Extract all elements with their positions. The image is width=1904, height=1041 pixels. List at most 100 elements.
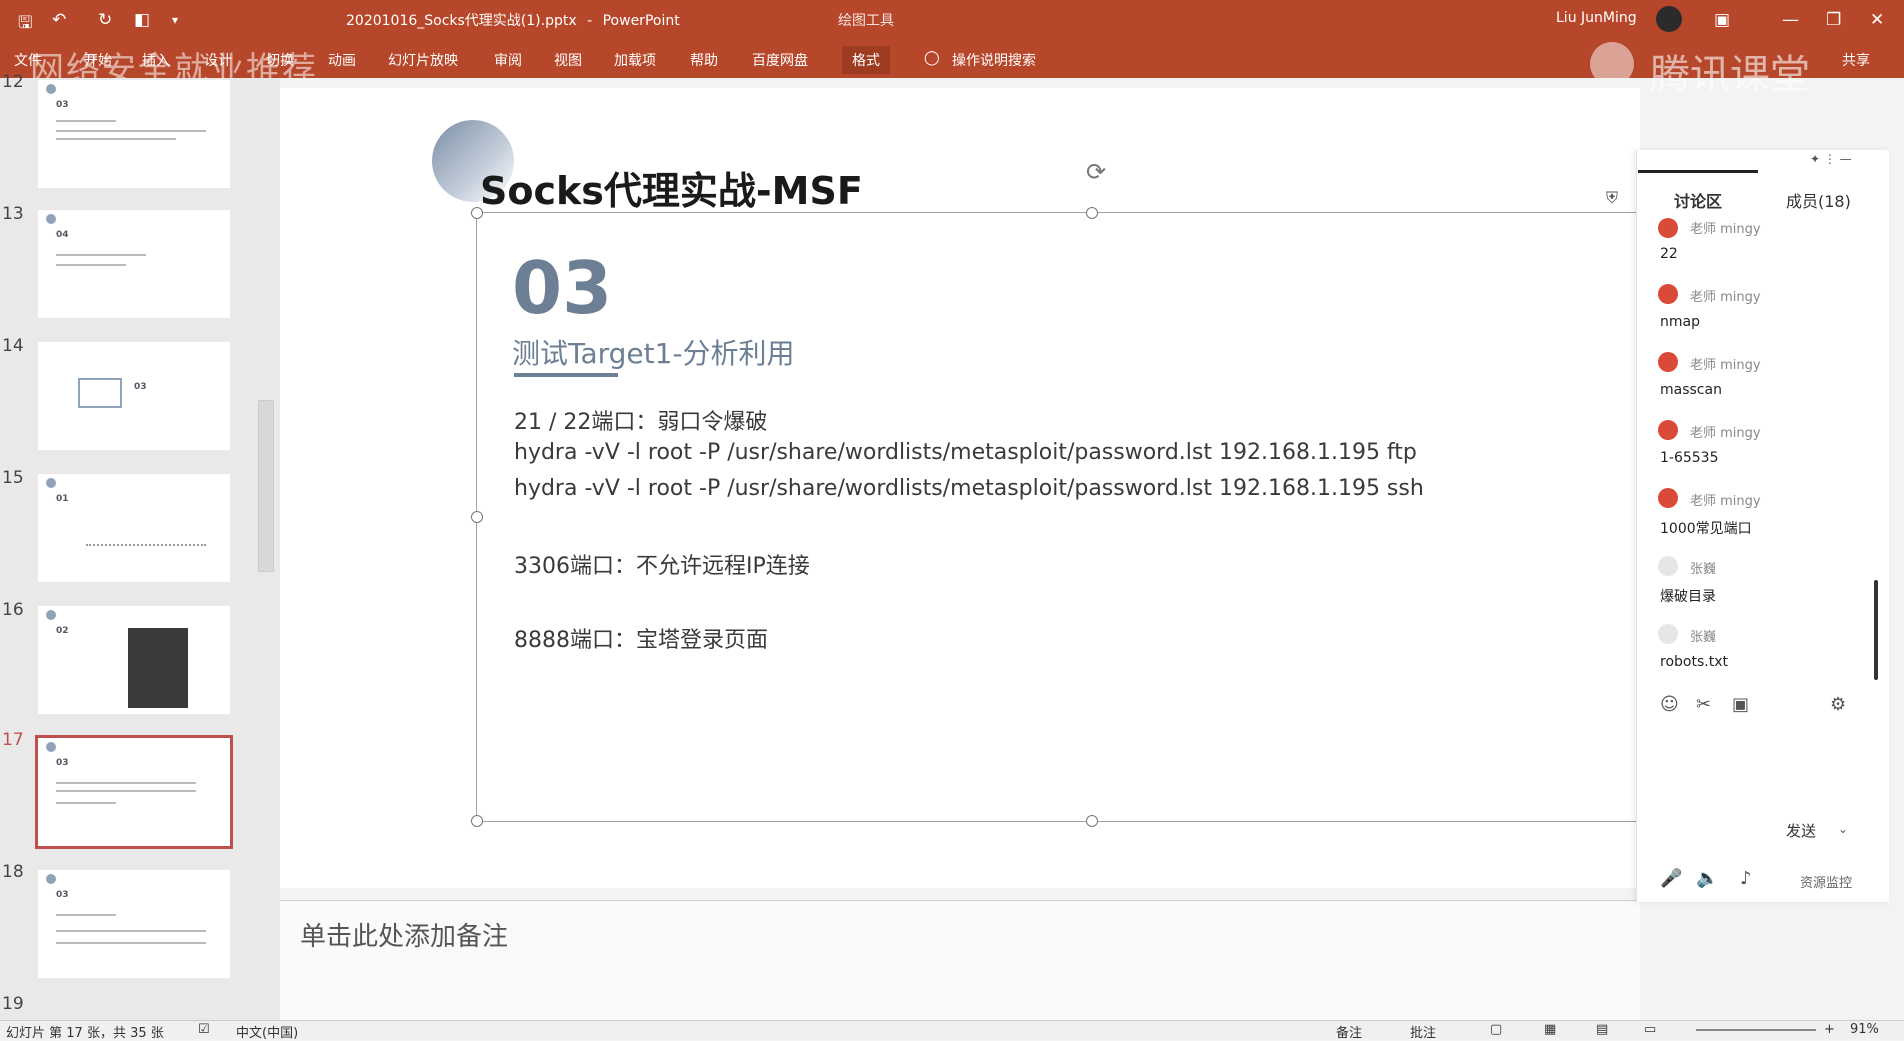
- reading-view-icon[interactable]: ▤: [1596, 1022, 1608, 1037]
- slide-thumbnail-13[interactable]: 04: [38, 210, 230, 318]
- slide-sorter-icon[interactable]: ▦: [1544, 1022, 1556, 1037]
- title-bar: 🖫 ↶ ↻ ◧ ▾ 20201016_Socks代理实战(1).pptx - P…: [0, 0, 1904, 40]
- status-bar: 幻灯片 第 17 张，共 35 张 ☑ 中文(中国) 备注 批注 ▢ ▦ ▤ ▭…: [0, 1020, 1904, 1041]
- body-text-line: hydra -vV -l root -P /usr/share/wordlist…: [514, 476, 1424, 501]
- mute-icon[interactable]: ♪: [1740, 868, 1752, 889]
- slide-number: 19: [2, 994, 24, 1014]
- notes-placeholder[interactable]: 单击此处添加备注: [300, 916, 508, 953]
- settings-icon[interactable]: ⚙: [1830, 694, 1846, 715]
- zoom-slider[interactable]: [1696, 1029, 1816, 1031]
- resize-handle[interactable]: [471, 207, 483, 219]
- chat-scrollbar[interactable]: [1874, 580, 1878, 680]
- message-sender: 张巍: [1690, 630, 1717, 645]
- avatar: [1658, 556, 1678, 576]
- body-text-line: hydra -vV -l root -P /usr/share/wordlist…: [514, 440, 1417, 465]
- zoom-in-icon[interactable]: +: [1824, 1022, 1835, 1037]
- tab-help[interactable]: 帮助: [690, 50, 718, 70]
- tab-members[interactable]: 成员(18): [1786, 188, 1851, 212]
- section-number: 03: [512, 246, 613, 330]
- message-sender: 老师 mingy: [1690, 494, 1761, 509]
- microphone-icon[interactable]: 🎤: [1660, 868, 1682, 889]
- message-sender: 老师 mingy: [1690, 290, 1761, 305]
- speaker-icon[interactable]: 🔈: [1696, 868, 1718, 889]
- spellcheck-icon[interactable]: ☑: [198, 1022, 210, 1037]
- body-text-line: 3306端口：不允许远程IP连接: [514, 554, 810, 579]
- shield-icon: ⛨: [1606, 188, 1619, 207]
- emoji-icon[interactable]: ☺: [1660, 694, 1679, 715]
- slide-thumbnail-14[interactable]: 03: [38, 342, 230, 450]
- chevron-down-icon[interactable]: ⌄: [1838, 822, 1848, 836]
- avatar: [1658, 284, 1678, 304]
- slide-number: 12: [2, 72, 24, 92]
- tab-view[interactable]: 视图: [554, 50, 582, 70]
- resize-handle[interactable]: [1086, 207, 1098, 219]
- tell-me-search[interactable]: 操作说明搜索: [952, 50, 1036, 70]
- ribbon-display-icon[interactable]: ▣: [1714, 10, 1730, 30]
- message-sender: 老师 mingy: [1690, 426, 1761, 441]
- tab-format[interactable]: 格式: [842, 46, 890, 74]
- slide-number: 16: [2, 600, 24, 620]
- message-sender: 张巍: [1690, 562, 1717, 577]
- slide-number-selected: 17: [2, 730, 24, 750]
- avatar: [1658, 624, 1678, 644]
- message-text: 22: [1660, 246, 1678, 262]
- context-tool-label: 绘图工具: [838, 13, 894, 29]
- comments-toggle[interactable]: 批注: [1410, 1022, 1436, 1041]
- tab-review[interactable]: 审阅: [494, 50, 522, 70]
- customize-qat-icon[interactable]: ▾: [172, 13, 178, 27]
- thumbnail-scrollbar[interactable]: [258, 400, 274, 572]
- user-name[interactable]: Liu JunMing: [1556, 10, 1637, 26]
- message-text: 爆破目录: [1660, 589, 1716, 605]
- message-sender: 老师 mingy: [1690, 222, 1761, 237]
- tab-addins[interactable]: 加载项: [614, 50, 656, 70]
- avatar: [1658, 352, 1678, 372]
- notes-toggle[interactable]: 备注: [1336, 1022, 1362, 1041]
- undo-icon[interactable]: ↶: [52, 10, 66, 30]
- message-text: 1-65535: [1660, 450, 1719, 466]
- rotate-handle-icon[interactable]: ⟳: [1086, 158, 1106, 186]
- zoom-level[interactable]: 91%: [1850, 1022, 1879, 1037]
- message-text: robots.txt: [1660, 654, 1728, 670]
- message-text: nmap: [1660, 314, 1700, 330]
- slide-thumbnail-12[interactable]: 03: [38, 80, 230, 188]
- redo-icon[interactable]: ↻: [98, 10, 112, 30]
- tab-slideshow[interactable]: 幻灯片放映: [388, 50, 458, 70]
- section-subtitle: 测试Target1-分析利用: [512, 337, 795, 370]
- resource-monitor-link[interactable]: 资源监控: [1800, 872, 1852, 891]
- normal-view-icon[interactable]: ▢: [1490, 1022, 1502, 1037]
- slide-number: 14: [2, 336, 24, 356]
- resize-handle[interactable]: [1086, 815, 1098, 827]
- avatar: [1658, 420, 1678, 440]
- chat-window-controls[interactable]: ✦ ⋮ —: [1810, 152, 1852, 166]
- slide-number: 13: [2, 204, 24, 224]
- scissors-icon[interactable]: ✂: [1696, 694, 1711, 715]
- image-icon[interactable]: ▣: [1732, 694, 1749, 715]
- resize-handle[interactable]: [471, 511, 483, 523]
- restore-icon[interactable]: ❐: [1826, 10, 1841, 30]
- slide-thumbnail-17-selected[interactable]: 03: [35, 735, 233, 849]
- send-button[interactable]: 发送: [1786, 820, 1816, 841]
- save-icon[interactable]: 🖫: [18, 10, 32, 39]
- slide-thumbnail-15[interactable]: 01: [38, 474, 230, 582]
- slide-thumbnail-16[interactable]: 02: [38, 606, 230, 714]
- body-text-line: 8888端口：宝塔登录页面: [514, 628, 768, 653]
- resize-handle[interactable]: [471, 815, 483, 827]
- present-icon[interactable]: ◧: [134, 10, 150, 30]
- slideshow-icon[interactable]: ▭: [1644, 1022, 1656, 1037]
- selected-textbox[interactable]: [471, 207, 1658, 827]
- body-text-line: 21 / 22端口：弱口令爆破: [514, 410, 768, 435]
- document-title: 20201016_Socks代理实战(1).pptx - PowerPoint: [346, 13, 680, 29]
- subtitle-underline: [514, 373, 618, 377]
- minimize-icon[interactable]: —: [1782, 10, 1799, 30]
- avatar[interactable]: [1656, 6, 1682, 32]
- tab-baidu-netdisk[interactable]: 百度网盘: [752, 50, 808, 70]
- message-text: masscan: [1660, 382, 1722, 398]
- slide-title[interactable]: Socks代理实战-MSF: [480, 160, 863, 215]
- slide-thumbnail-18[interactable]: 03: [38, 870, 230, 978]
- slide-number: 15: [2, 468, 24, 488]
- language-indicator[interactable]: 中文(中国): [236, 1022, 298, 1041]
- tab-animations[interactable]: 动画: [328, 50, 356, 70]
- close-icon[interactable]: ✕: [1870, 10, 1884, 30]
- tab-discussion[interactable]: 讨论区: [1674, 188, 1722, 212]
- message-text: 1000常见端口: [1660, 521, 1752, 537]
